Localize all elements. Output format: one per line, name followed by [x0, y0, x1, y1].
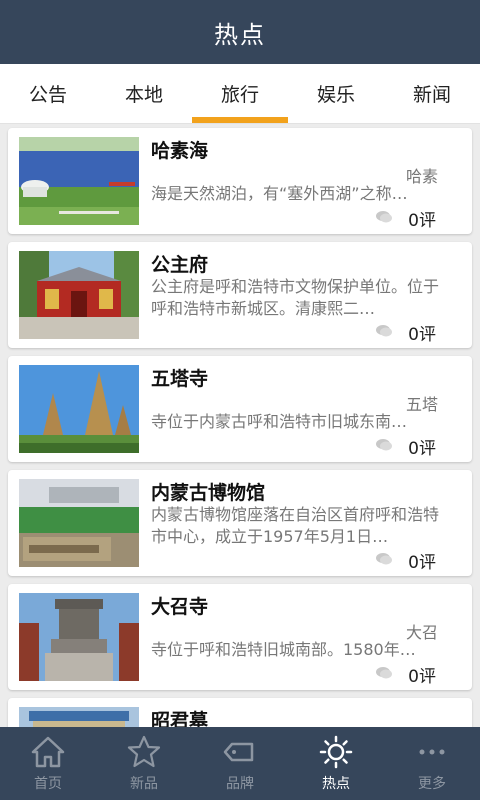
nav-more[interactable]: 更多	[384, 727, 480, 800]
sun-icon	[319, 735, 353, 768]
list-item[interactable]: 五塔寺 五塔 寺位于内蒙古呼和浩特市旧城东南… 0评	[8, 356, 472, 462]
comment-icon	[376, 553, 392, 565]
museum-thumbnail	[19, 479, 139, 567]
comment-icon	[376, 439, 392, 451]
more-dots-icon	[419, 749, 445, 754]
nav-label: 更多	[418, 775, 446, 792]
item-title: 哈素海	[151, 140, 209, 162]
nav-label: 热点	[322, 775, 350, 792]
list-item[interactable]: 内蒙古博物馆 内蒙古博物馆座落在自治区首府呼和浩特市中心，成立于1957年5月1…	[8, 470, 472, 576]
nav-hot[interactable]: 热点	[288, 727, 384, 800]
item-description: 海是天然湖泊，有“塞外西湖”之称…	[151, 184, 408, 203]
comment-count: 0评	[408, 211, 436, 231]
list-item[interactable]: 昭君墓	[8, 698, 472, 727]
item-description: 寺位于内蒙古呼和浩特市旧城东南…	[151, 412, 408, 431]
item-description: 内蒙古博物馆座落在自治区首府呼和浩特市中心，成立于1957年5月1日…	[151, 505, 440, 546]
nav-label: 品牌	[226, 775, 254, 792]
app-header: 热点	[0, 0, 480, 64]
home-icon	[31, 736, 65, 767]
comment-icon	[376, 325, 392, 337]
tab-announcement[interactable]: 公告	[0, 64, 96, 123]
bottom-nav: 首页 新品 品牌 热点 更多	[0, 727, 480, 800]
lake-thumbnail	[19, 137, 139, 225]
comment-count: 0评	[408, 553, 436, 573]
page-title: 热点	[214, 20, 266, 49]
tab-travel[interactable]: 旅行	[192, 64, 288, 123]
comment-count: 0评	[408, 325, 436, 345]
temple-thumbnail	[19, 593, 139, 681]
comment-icon	[376, 667, 392, 679]
tab-local[interactable]: 本地	[96, 64, 192, 123]
tab-news[interactable]: 新闻	[384, 64, 480, 123]
category-tabs: 公告 本地 旅行 娱乐 新闻	[0, 64, 480, 124]
list-item[interactable]: 哈素海 哈素 海是天然湖泊，有“塞外西湖”之称… 0评	[8, 128, 472, 234]
list-item[interactable]: 公主府 公主府是呼和浩特市文物保护单位。位于呼和浩特市新城区。清康熙二… 0评	[8, 242, 472, 348]
attraction-list[interactable]: 哈素海 哈素 海是天然湖泊，有“塞外西湖”之称… 0评 公主府 公主府是呼和浩特…	[0, 124, 480, 727]
item-title: 内蒙古博物馆	[151, 482, 266, 504]
tag-icon	[223, 742, 254, 761]
nav-home[interactable]: 首页	[0, 727, 96, 800]
pagoda-thumbnail	[19, 365, 139, 453]
list-item[interactable]: 大召寺 大召 寺位于呼和浩特旧城南部。1580年… 0评	[8, 584, 472, 690]
item-title: 五塔寺	[151, 368, 209, 390]
tomb-thumbnail	[19, 707, 139, 727]
item-title: 昭君墓	[151, 710, 209, 727]
nav-new[interactable]: 新品	[96, 727, 192, 800]
tab-entertainment[interactable]: 娱乐	[288, 64, 384, 123]
item-title: 大召寺	[151, 596, 209, 618]
comment-icon	[376, 211, 392, 223]
item-title: 公主府	[151, 254, 209, 276]
comment-count: 0评	[408, 667, 436, 687]
nav-brand[interactable]: 品牌	[192, 727, 288, 800]
item-description: 寺位于呼和浩特旧城南部。1580年…	[151, 640, 416, 659]
nav-label: 新品	[130, 775, 158, 792]
new-star-icon	[127, 735, 161, 767]
comment-count: 0评	[408, 439, 436, 459]
nav-label: 首页	[34, 775, 62, 792]
mansion-thumbnail	[19, 251, 139, 339]
item-description: 公主府是呼和浩特市文物保护单位。位于呼和浩特市新城区。清康熙二…	[151, 277, 440, 318]
